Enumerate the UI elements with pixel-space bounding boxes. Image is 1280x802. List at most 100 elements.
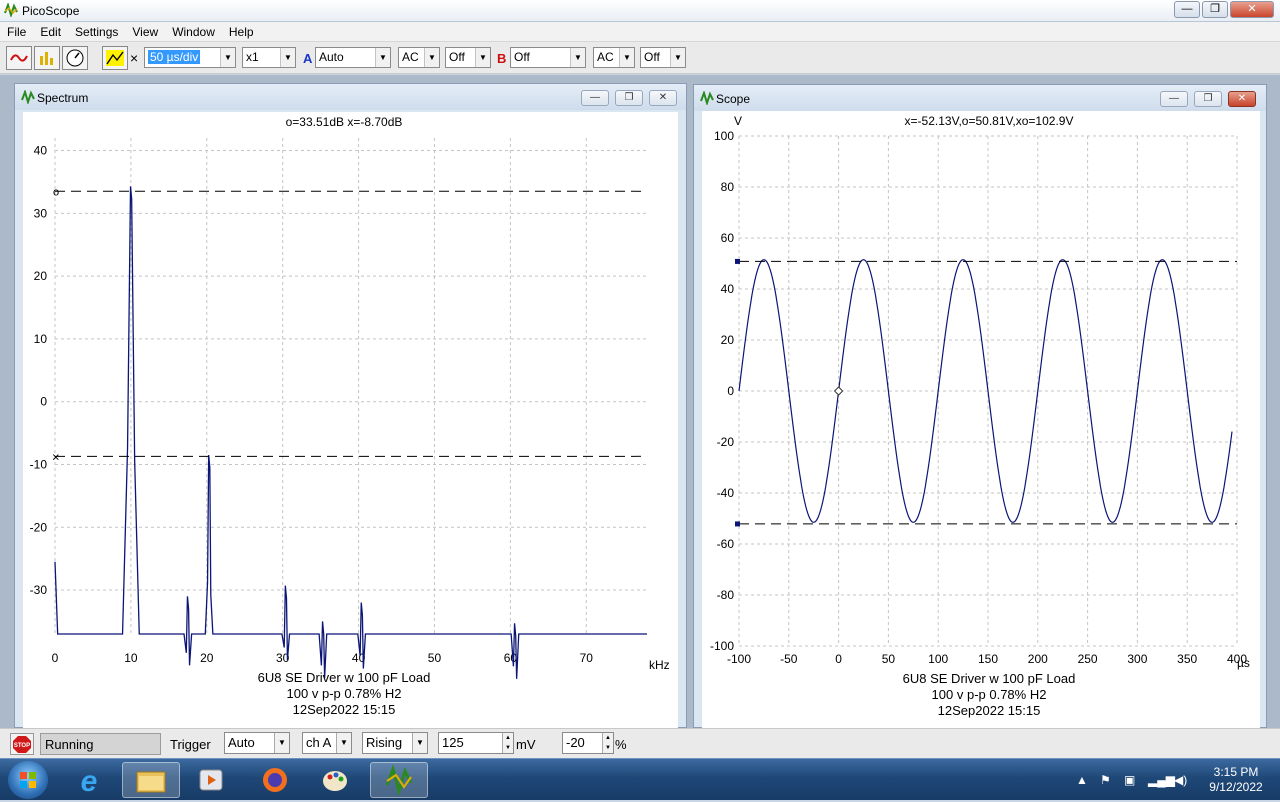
channel-a-offset-value: Off bbox=[449, 50, 465, 64]
minimize-button[interactable]: — bbox=[1174, 1, 1200, 18]
channel-b-range-value: Off bbox=[514, 50, 530, 64]
spectrum-readout: o=33.51dB x=-8.70dB bbox=[286, 115, 403, 129]
channel-a-range-select[interactable]: Auto ▼ bbox=[315, 47, 391, 68]
scope-y-tick-label: -100 bbox=[710, 639, 734, 653]
device-icon[interactable]: ▣ bbox=[1124, 773, 1135, 787]
chevron-down-icon: ▼ bbox=[412, 733, 427, 753]
media-player-icon bbox=[199, 769, 223, 791]
spectrum-window-caption[interactable]: Spectrum — ❐ ✕ bbox=[15, 84, 686, 110]
chevron-down-icon: ▼ bbox=[619, 48, 634, 67]
scope-x-tick-label: 50 bbox=[882, 652, 896, 666]
spectrum-restore-button[interactable]: ❐ bbox=[615, 90, 643, 106]
close-button[interactable]: ✕ bbox=[1230, 1, 1274, 18]
pretrigger-unit: % bbox=[615, 737, 627, 752]
volume-icon[interactable]: ◀) bbox=[1174, 773, 1187, 787]
channel-b-range-select[interactable]: Off ▼ bbox=[510, 47, 586, 68]
multiplier-select[interactable]: x1 ▼ bbox=[242, 47, 296, 68]
trigger-level-value: 125 bbox=[442, 735, 464, 750]
trigger-level-input[interactable]: 125 ▲ ▼ bbox=[438, 732, 514, 754]
scope-x-tick-label: 250 bbox=[1078, 652, 1098, 666]
menu-window[interactable]: Window bbox=[165, 22, 222, 39]
taskbar-media-player[interactable] bbox=[182, 762, 240, 798]
trigger-mode-select[interactable]: Auto ▼ bbox=[224, 732, 290, 754]
trace-icon bbox=[106, 50, 124, 66]
scope-x-tick-label: -50 bbox=[780, 652, 798, 666]
stop-button[interactable]: STOP bbox=[10, 733, 34, 755]
scope-y-tick-label: 40 bbox=[721, 282, 735, 296]
action-center-flag-icon[interactable]: ⚑ bbox=[1100, 773, 1111, 787]
scope-window-icon bbox=[700, 91, 714, 105]
chevron-down-icon: ▼ bbox=[280, 48, 295, 67]
spectrum-mode-icon bbox=[40, 52, 53, 65]
scope-cursor-x-handle[interactable] bbox=[735, 521, 740, 527]
menu-settings[interactable]: Settings bbox=[68, 22, 125, 39]
toolbar: × 50 µs/div ▼ x1 ▼ A Auto ▼ AC ▼ Off ▼ B Off ▼… bbox=[0, 42, 1280, 74]
scope-minimize-button[interactable]: — bbox=[1160, 91, 1188, 107]
taskbar-picoscope[interactable] bbox=[370, 762, 428, 798]
scope-y-tick-label: 80 bbox=[721, 180, 735, 194]
scope-mode-button[interactable] bbox=[6, 46, 32, 70]
scope-cursor-o-handle[interactable] bbox=[735, 258, 740, 264]
spectrum-marker-o: o bbox=[53, 186, 59, 198]
taskbar-paint[interactable] bbox=[306, 762, 364, 798]
menu-view[interactable]: View bbox=[125, 22, 165, 39]
channel-a-coupling-select[interactable]: AC ▼ bbox=[398, 47, 440, 68]
spectrum-minimize-button[interactable]: — bbox=[581, 90, 609, 106]
internet-explorer-icon: e bbox=[81, 765, 98, 796]
scope-plot-area[interactable]: -100 -50 0 50 100 150 200 250 300 350 400 100 80 60 40… bbox=[702, 111, 1260, 729]
chevron-down-icon: ▼ bbox=[336, 733, 351, 753]
trigger-edge-value: Rising bbox=[366, 735, 403, 750]
taskbar-ie[interactable]: e bbox=[60, 762, 118, 798]
menu-edit[interactable]: Edit bbox=[33, 22, 68, 39]
spin-arrows-icon[interactable]: ▲ ▼ bbox=[602, 733, 613, 753]
firefox-icon bbox=[263, 768, 287, 792]
channel-a-label: A bbox=[303, 51, 313, 66]
show-hidden-icons[interactable]: ▲ bbox=[1076, 773, 1088, 787]
spectrum-plot-area[interactable]: 0 10 20 30 40 50 60 70 40 30 20 10 0 -10 -20 -30 o × o=… bbox=[23, 112, 678, 729]
scope-restore-button[interactable]: ❐ bbox=[1194, 91, 1222, 107]
taskbar-clock[interactable]: 3:15 PM 9/12/2022 bbox=[1196, 765, 1276, 795]
spectrum-mode-button[interactable] bbox=[34, 46, 60, 70]
spectrum-close-button[interactable]: ✕ bbox=[649, 90, 677, 106]
trigger-edge-select[interactable]: Rising ▼ bbox=[362, 732, 428, 754]
trace-button[interactable] bbox=[102, 46, 128, 70]
channel-a-offset-select[interactable]: Off ▼ bbox=[445, 47, 491, 68]
spectrum-caption-line1: 6U8 SE Driver w 100 pF Load bbox=[258, 670, 431, 685]
channel-b-offset-select[interactable]: Off ▼ bbox=[640, 47, 686, 68]
maximize-button[interactable]: ❐ bbox=[1202, 1, 1228, 18]
timebase-select[interactable]: 50 µs/div ▼ bbox=[144, 47, 236, 68]
scope-x-tick-label: -100 bbox=[727, 652, 751, 666]
taskbar-firefox[interactable] bbox=[246, 762, 304, 798]
clock-date: 9/12/2022 bbox=[1209, 780, 1263, 794]
scope-x-unit: µs bbox=[1237, 656, 1250, 670]
network-signal-icon[interactable]: ▂▄▆ bbox=[1148, 773, 1175, 787]
channel-b-coupling-select[interactable]: AC ▼ bbox=[593, 47, 635, 68]
scope-x-tick-label: 150 bbox=[978, 652, 998, 666]
spectrum-y-tick-label: 40 bbox=[34, 144, 48, 158]
menu-file[interactable]: File bbox=[0, 22, 33, 39]
scope-y-tick-label: -40 bbox=[717, 486, 735, 500]
scope-y-unit: V bbox=[734, 114, 742, 128]
spectrum-chart: 0 10 20 30 40 50 60 70403020100-10-20-30 o × o=… bbox=[30, 115, 670, 717]
spectrum-trace bbox=[54, 186, 647, 679]
taskbar: e ▲ ⚑ ▣ ▂▄▆ ◀) 3:15 PM 9/12/2022 bbox=[0, 758, 1280, 800]
trigger-channel-select[interactable]: ch A ▼ bbox=[302, 732, 352, 754]
spectrum-window-title: Spectrum bbox=[37, 91, 89, 105]
menu-help[interactable]: Help bbox=[222, 22, 261, 39]
pretrigger-input[interactable]: -20 ▲ ▼ bbox=[562, 732, 614, 754]
spectrum-y-tick-label: 10 bbox=[34, 332, 48, 346]
spectrum-caption-line2: 100 v p-p 0.78% H2 bbox=[287, 686, 402, 701]
taskbar-explorer[interactable] bbox=[122, 762, 180, 798]
scope-close-button[interactable]: ✕ bbox=[1228, 91, 1256, 107]
multiplier-value: x1 bbox=[246, 50, 259, 64]
meter-mode-button[interactable] bbox=[62, 46, 88, 70]
spectrum-x-unit: kHz bbox=[649, 658, 670, 672]
clock-time: 3:15 PM bbox=[1213, 765, 1259, 779]
chevron-down-icon: ▼ bbox=[220, 48, 235, 67]
spectrum-x-tick-label: 60 bbox=[504, 651, 518, 665]
scope-window-caption[interactable]: Scope — ❐ ✕ bbox=[694, 85, 1266, 111]
scope-caption-line2: 100 v p-p 0.78% H2 bbox=[932, 687, 1047, 702]
spin-arrows-icon[interactable]: ▲ ▼ bbox=[502, 733, 513, 753]
start-button[interactable] bbox=[8, 761, 48, 799]
scope-y-tick-label: 100 bbox=[714, 129, 734, 143]
